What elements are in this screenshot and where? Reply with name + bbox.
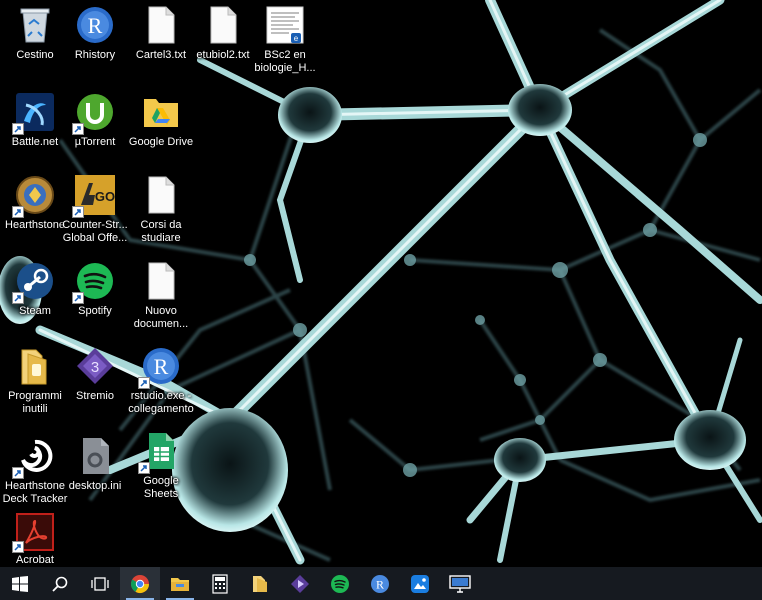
spotify-icon (72, 260, 116, 304)
spotify-icon (331, 574, 349, 593)
shortcut-arrow-icon (72, 206, 84, 218)
task-view-icon (91, 576, 109, 591)
taskbar: R (0, 567, 762, 600)
chrome-icon (130, 574, 149, 593)
calculator-icon (212, 573, 228, 594)
icon-label: Counter-Str... Global Offe... (62, 219, 128, 244)
google-sheets-icon (138, 430, 182, 474)
folder-icon (253, 575, 267, 592)
icon-label: Rhistory (74, 49, 116, 61)
windows-logo-icon (12, 575, 28, 592)
start-button[interactable] (0, 567, 40, 600)
hearthstone-icon (12, 174, 56, 218)
desktop-icon-bsc2-biologie[interactable]: e BSc2 en biologie_H... (250, 0, 320, 84)
desktop-icon-stremio[interactable]: 3 Stremio (60, 341, 130, 425)
shortcut-arrow-icon (12, 292, 24, 304)
folder-icon (14, 345, 56, 387)
icon-label: Acrobat (16, 554, 54, 566)
icon-label: Google Drive (128, 136, 194, 148)
stremio-icon (291, 574, 309, 593)
desktop-icon-spotify[interactable]: Spotify (60, 256, 130, 340)
search-button[interactable] (40, 567, 80, 600)
settings-file-icon (74, 435, 116, 477)
taskbar-photos[interactable] (400, 567, 440, 600)
desktop-icon-acrobat[interactable]: Acrobat (0, 509, 70, 567)
desktop-icon-nuovo-documento[interactable]: Nuovo documen... (126, 256, 196, 340)
stremio-icon: 3 (74, 345, 116, 387)
steam-icon (12, 260, 56, 304)
blank-file-icon (140, 174, 182, 216)
svg-text:R: R (154, 354, 169, 379)
taskbar-file-explorer[interactable] (160, 567, 200, 600)
desktop-icon-rhistory[interactable]: R Rhistory (60, 0, 130, 84)
desktop-icon-etubiol2[interactable]: etubiol2.txt (188, 0, 258, 84)
icon-label: Google Sheets (143, 475, 179, 500)
icon-label: Corsi da studiare (140, 219, 182, 244)
desktop-icon-desktop-ini[interactable]: desktop.ini (60, 431, 130, 515)
svg-text:R: R (376, 577, 384, 591)
desktop-icon-google-drive[interactable]: Google Drive (126, 87, 196, 171)
desktop-icon-rstudio[interactable]: R rstudio.exe - collegamento (126, 341, 196, 425)
icon-label: Spotify (78, 305, 112, 317)
taskbar-chrome[interactable] (120, 567, 160, 600)
task-view-button[interactable] (80, 567, 120, 600)
icon-label: etubiol2.txt (196, 49, 250, 61)
shortcut-arrow-icon (138, 377, 150, 389)
deck-tracker-icon (12, 435, 56, 479)
shortcut-arrow-icon (12, 123, 24, 135)
remote-desktop-icon (449, 574, 471, 593)
blank-file-icon (140, 260, 182, 302)
icon-label: BSc2 en biologie_H... (254, 49, 316, 74)
stremio-badge: 3 (91, 359, 99, 376)
r-logo-icon: R (74, 4, 116, 46)
r-logo-icon: R (371, 574, 389, 593)
shortcut-arrow-icon (138, 462, 150, 474)
battle-net-icon (12, 91, 56, 135)
document-thumbnail-icon: e (264, 4, 306, 46)
icon-label: rstudio.exe - collegamento (128, 390, 194, 415)
desktop-icon-cartel3[interactable]: Cartel3.txt (126, 0, 196, 84)
shortcut-arrow-icon (72, 292, 84, 304)
acrobat-icon (12, 513, 56, 553)
taskbar-stremio[interactable] (280, 567, 320, 600)
shortcut-arrow-icon (12, 206, 24, 218)
csgo-badge: GO (95, 189, 115, 204)
desktop-icon-corsi-da-studiare[interactable]: Corsi da studiare (126, 170, 196, 254)
shortcut-arrow-icon (12, 541, 24, 553)
shortcut-arrow-icon (72, 123, 84, 135)
svg-text:R: R (88, 13, 103, 38)
desktop-icon-google-sheets[interactable]: Google Sheets (126, 426, 196, 510)
search-icon (52, 576, 68, 592)
r-logo-icon: R (138, 345, 182, 389)
text-file-icon (140, 4, 182, 46)
desktop-icon-csgo[interactable]: GO Counter-Str... Global Offe... (60, 170, 130, 254)
icon-label: Cartel3.txt (135, 49, 187, 61)
csgo-icon: GO (72, 174, 116, 218)
taskbar-remote-desktop[interactable] (440, 567, 480, 600)
google-drive-folder-icon (140, 91, 182, 133)
taskbar-calculator[interactable] (200, 567, 240, 600)
file-explorer-icon (171, 577, 189, 591)
utorrent-icon (72, 91, 116, 135)
text-file-icon (202, 4, 244, 46)
recycle-bin-icon (14, 4, 56, 46)
icon-label: µTorrent (74, 136, 116, 148)
shortcut-arrow-icon (12, 467, 24, 479)
taskbar-spotify[interactable] (320, 567, 360, 600)
svg-text:e: e (294, 34, 299, 43)
taskbar-rstudio[interactable]: R (360, 567, 400, 600)
icon-label: desktop.ini (68, 480, 122, 492)
icon-label: Stremio (76, 390, 114, 402)
icon-label: Nuovo documen... (133, 305, 189, 330)
photos-icon (411, 574, 429, 593)
taskbar-folder[interactable] (240, 567, 280, 600)
desktop-icon-utorrent[interactable]: µTorrent (60, 87, 130, 171)
